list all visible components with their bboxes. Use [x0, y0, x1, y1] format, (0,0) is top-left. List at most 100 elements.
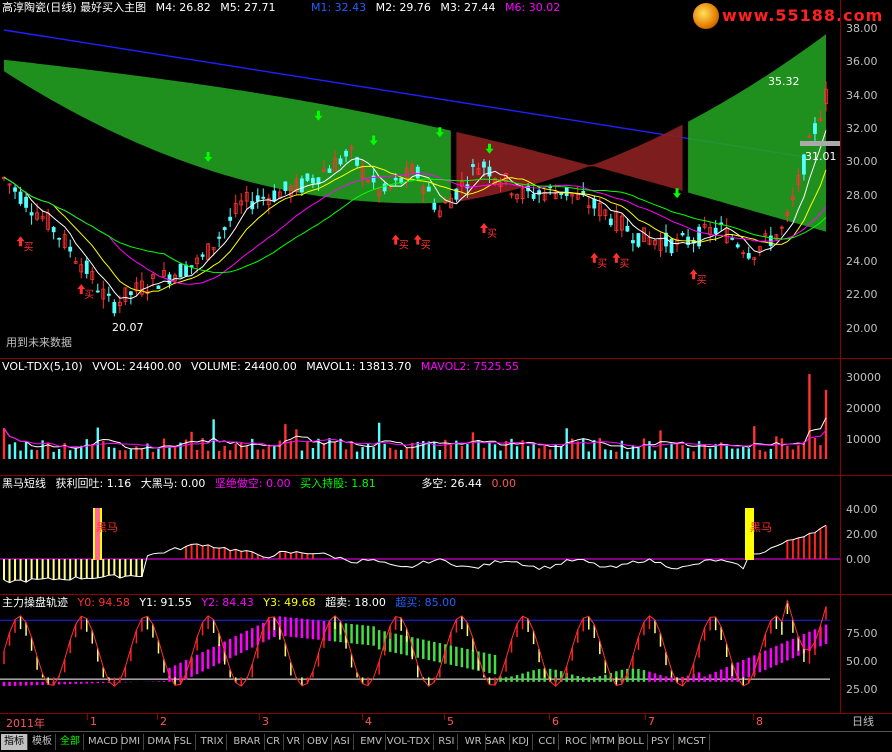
tab-fsl[interactable]: FSL [171, 734, 196, 750]
y-tick-label: 36.00 [846, 55, 878, 69]
m4-value: M4: 26.82 [155, 1, 211, 14]
volume-bar [780, 438, 784, 459]
candle-body [746, 253, 751, 259]
y-tick-label: 25.00 [846, 683, 878, 696]
main-candlestick-chart[interactable]: 买买买 买买买 买买 [0, 0, 892, 358]
last-price-label: 31.01 [805, 150, 837, 163]
volume-bars-chart[interactable] [0, 359, 892, 475]
heima-marker-1: 黑马 [96, 521, 118, 534]
volume-bar [173, 446, 177, 459]
vol-title: VOL-TDX(5,10) [2, 360, 83, 373]
main-chart-panel[interactable]: 买买买买买买买买 高淳陶瓷(日线) 最好买入主图 M4: 26.82 M5: 2… [0, 0, 892, 358]
candle-body [631, 240, 635, 244]
y-tick-label: 24.00 [846, 255, 878, 269]
volume-bar [725, 444, 728, 459]
tab-trix[interactable]: TRIX [198, 734, 228, 750]
volume-bar [466, 443, 469, 459]
volume-bar [344, 449, 348, 459]
volume-bar [499, 450, 502, 459]
tab-mcst[interactable]: MCST [675, 734, 710, 750]
tab-obv[interactable]: OBV [304, 734, 333, 750]
candle-body [608, 218, 613, 226]
volume-bar [278, 440, 282, 459]
y0-value: Y0: 94.58 [77, 596, 130, 609]
tab-vol-tdx[interactable]: VOL-TDX [384, 734, 435, 750]
volume-bar [438, 450, 442, 459]
volume-bar [124, 450, 127, 459]
tab-全部[interactable]: 全部 [57, 734, 84, 750]
volume-bar [532, 443, 535, 459]
y-tick-label: 26.00 [846, 221, 878, 235]
volume-bar [377, 422, 381, 459]
volume-bar [333, 442, 337, 459]
tab-cr[interactable]: CR [263, 734, 285, 750]
volume-bar [670, 443, 673, 459]
tab-cci[interactable]: CCI [535, 734, 560, 750]
volume-bar [228, 450, 232, 459]
y0-line [3, 598, 827, 687]
volume-bar [57, 449, 61, 459]
tab-kdj[interactable]: KDJ [509, 734, 534, 750]
vvol-value: VVOL: 24400.00 [92, 360, 182, 373]
candle-body [813, 123, 817, 134]
candle-body [112, 301, 117, 314]
zhuli-indicator-chart[interactable] [0, 595, 892, 713]
zhuli-panel[interactable]: 主力操盘轨迹 Y0: 94.58 Y1: 91.55 Y2: 84.43 Y3:… [0, 595, 892, 713]
tab-指标[interactable]: 指标 [1, 734, 28, 750]
month-label: 8 [756, 715, 763, 728]
candle-body [338, 158, 343, 165]
tab-psy[interactable]: PSY [648, 734, 674, 750]
buy-marker-label: 买 [24, 241, 34, 253]
volume-panel[interactable]: VOL-TDX(5,10) VVOL: 24400.00 VOLUME: 244… [0, 359, 892, 475]
volume-bar [190, 431, 193, 459]
tab-dmi[interactable]: DMI [118, 734, 145, 750]
candle-body [228, 216, 233, 221]
volume-bar [504, 440, 508, 459]
volume-bar [681, 445, 684, 459]
volume-bar [648, 441, 651, 459]
tab-rsi[interactable]: RSI [435, 734, 459, 750]
candle-body [222, 227, 227, 231]
volume-bar [394, 449, 397, 459]
candle-body [636, 233, 641, 247]
y-tick-label: 20.00 [846, 528, 878, 541]
volume-bar [449, 444, 453, 459]
tab-sar[interactable]: SAR [482, 734, 510, 750]
tab-boll[interactable]: BOLL [615, 734, 648, 750]
candle-body [272, 190, 277, 202]
tab-emv[interactable]: EMV [357, 734, 386, 750]
tab-vr[interactable]: VR [284, 734, 305, 750]
tab-roc[interactable]: ROC [562, 734, 591, 750]
y-tick-label: 0.00 [846, 553, 871, 566]
volume-bar [686, 447, 690, 459]
volume-bar [582, 438, 585, 459]
volume-bar [355, 451, 359, 459]
tab-brar[interactable]: BRAR [230, 734, 265, 750]
volume-bar [118, 450, 122, 459]
month-tick [362, 714, 363, 720]
volume-bar [416, 441, 419, 459]
tab-macd[interactable]: MACD [85, 734, 122, 750]
volume-bar [2, 428, 6, 459]
green-band-2 [688, 34, 826, 232]
month-tick [157, 714, 158, 720]
heima-indicator-chart[interactable] [0, 476, 892, 594]
tab-asi[interactable]: ASI [331, 734, 354, 750]
tab-模板[interactable]: 模板 [29, 734, 56, 750]
buy-marker-label: 买 [487, 228, 497, 240]
volume-bar [797, 445, 800, 459]
candle-body [255, 195, 260, 202]
candle-body [305, 173, 310, 181]
period-button[interactable]: 日线 [852, 713, 874, 730]
volume-bar [267, 444, 271, 459]
volume-bar [52, 451, 55, 459]
y2-value: Y2: 84.43 [201, 596, 254, 609]
volume-bar [129, 449, 133, 459]
candle-body [18, 191, 23, 204]
candle-body [432, 202, 437, 210]
volume-bar [251, 438, 254, 459]
red-band [456, 124, 683, 202]
volume-bar [195, 449, 199, 459]
volume-bar [8, 444, 11, 459]
heima-panel[interactable]: 黑马短线 获利回吐: 1.16 大黑马: 0.00 坚绝做空: 0.00 买入持… [0, 476, 892, 594]
